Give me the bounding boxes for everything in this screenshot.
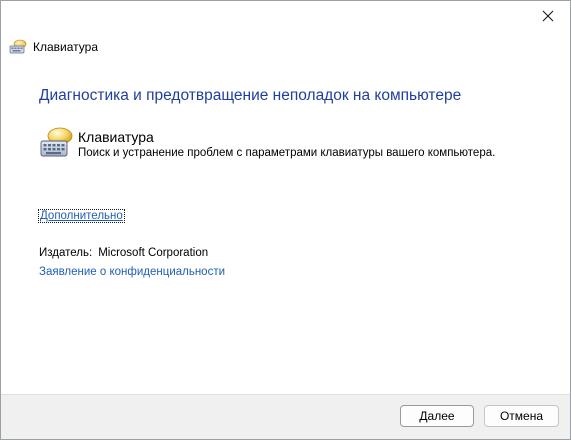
- next-button[interactable]: Далее: [400, 405, 474, 427]
- keyboard-troubleshooter-icon: [40, 127, 73, 157]
- footer-bar: Далее Отмена: [1, 394, 570, 439]
- troubleshooter-text: Клавиатура Поиск и устранение проблем с …: [78, 125, 495, 161]
- advanced-link[interactable]: Дополнительно: [38, 209, 125, 223]
- troubleshooter-title: Клавиатура: [78, 129, 154, 145]
- page-heading: Диагностика и предотвращение неполадок н…: [39, 87, 462, 104]
- keyboard-troubleshooter-icon: [9, 39, 27, 54]
- cancel-button[interactable]: Отмена: [484, 405, 559, 427]
- troubleshooter-item: Клавиатура Поиск и устранение проблем с …: [39, 125, 495, 161]
- privacy-statement-link[interactable]: Заявление о конфиденциальности: [39, 266, 225, 278]
- troubleshooter-window: Клавиатура Диагностика и предотвращение …: [0, 0, 571, 440]
- window-title: Клавиатура: [33, 40, 98, 54]
- close-icon: [542, 10, 554, 22]
- close-button[interactable]: [526, 1, 570, 31]
- publisher-row: Издатель: Microsoft Corporation: [39, 247, 208, 259]
- publisher-value: Microsoft Corporation: [98, 247, 209, 259]
- troubleshooter-description: Поиск и устранение проблем с параметрами…: [78, 147, 496, 159]
- window-title-bar: Клавиатура: [9, 38, 98, 56]
- publisher-label: Издатель:: [39, 247, 93, 259]
